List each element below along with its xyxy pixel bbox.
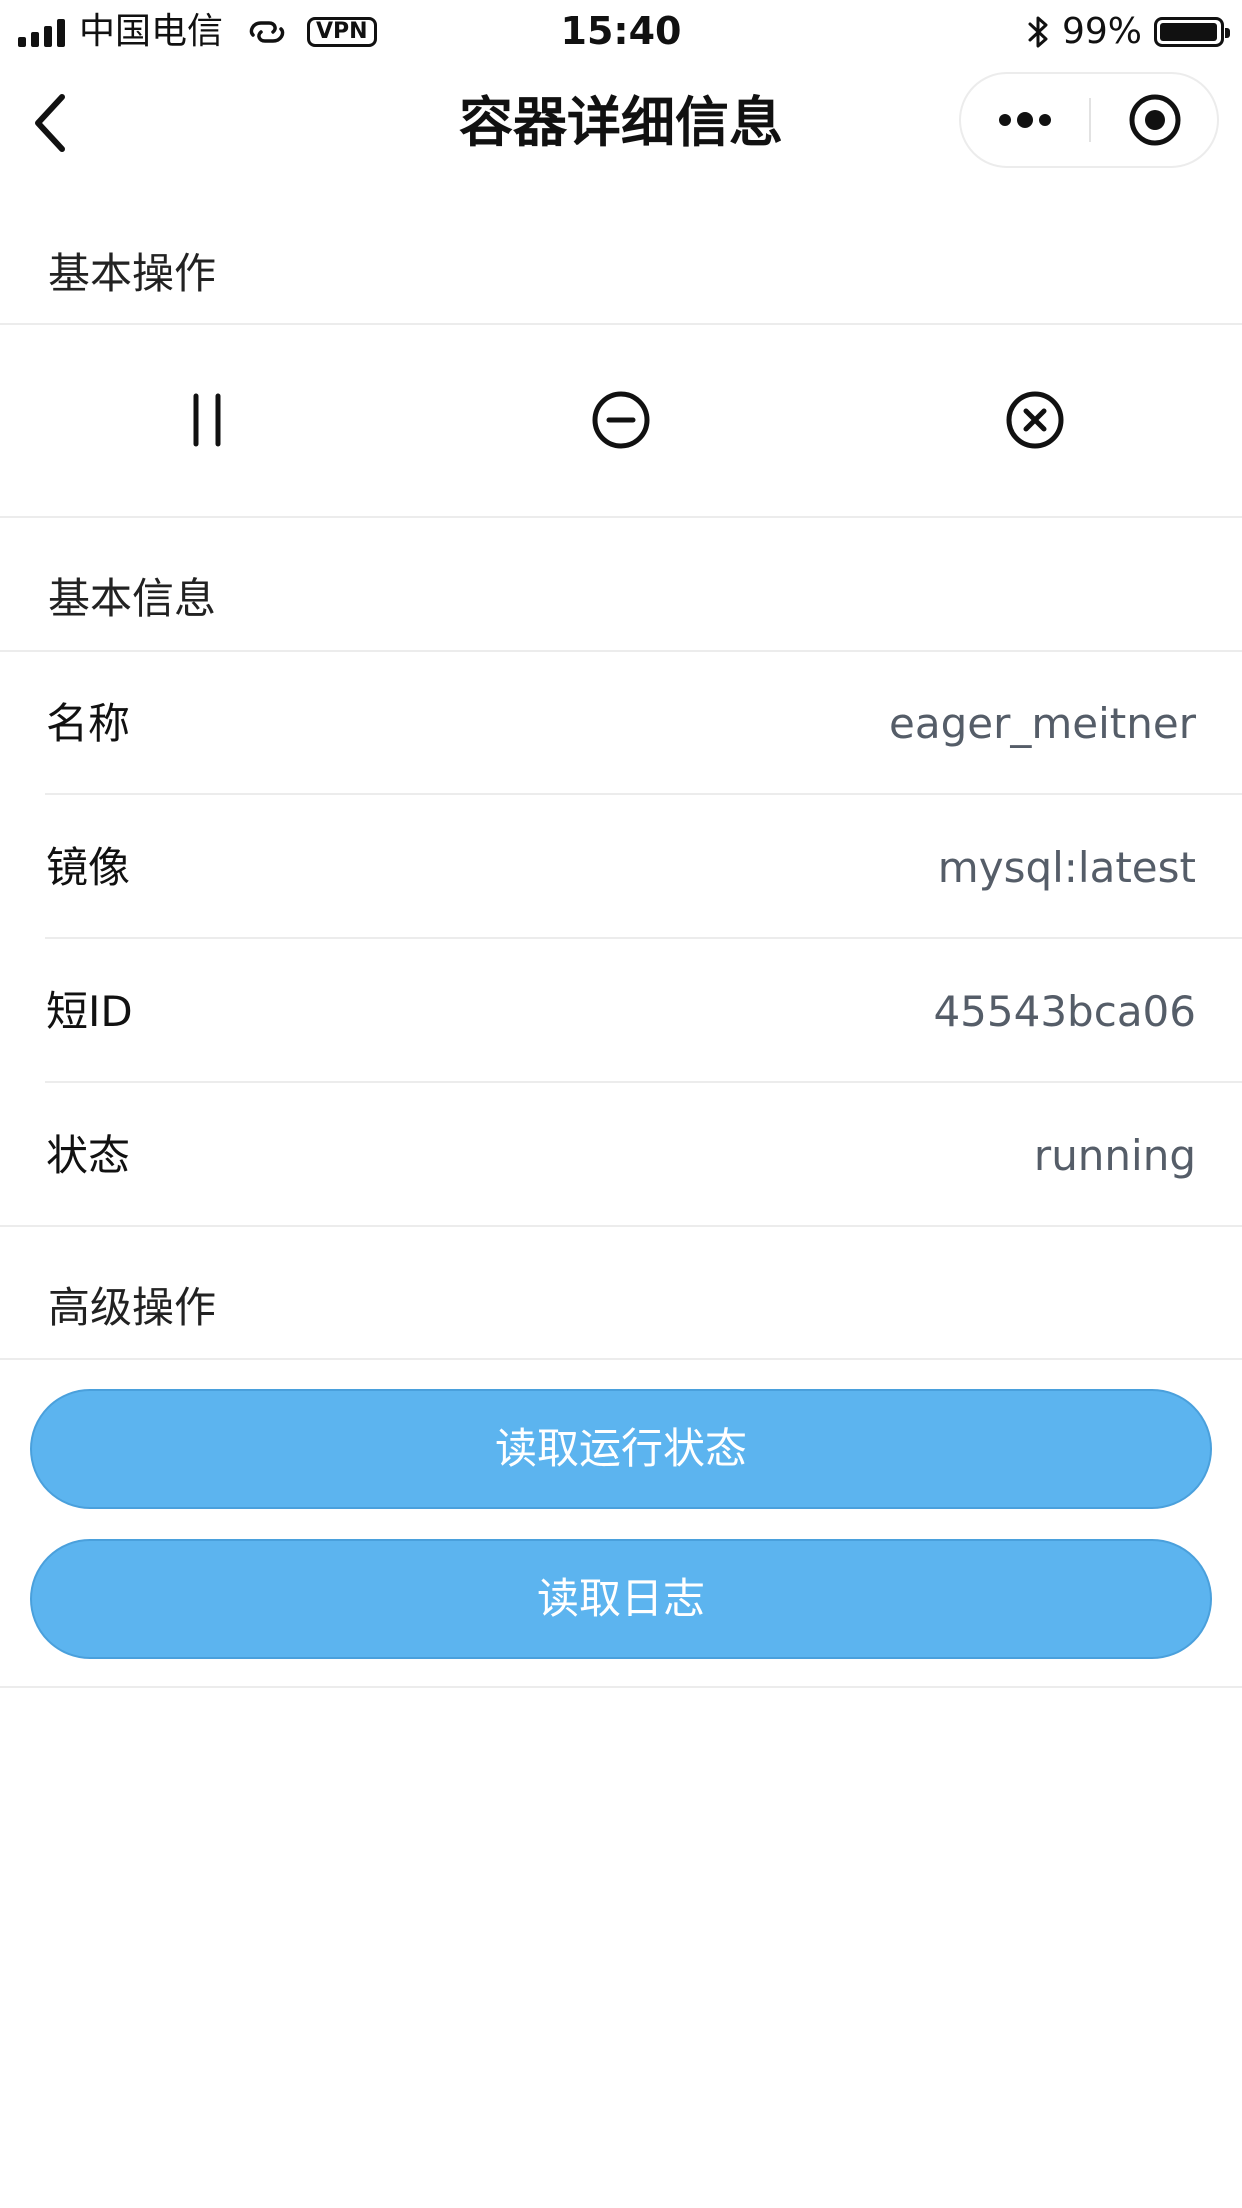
close-miniprogram-button[interactable] bbox=[1091, 74, 1219, 166]
more-dots-icon bbox=[999, 112, 1051, 128]
read-run-status-button[interactable]: 读取运行状态 bbox=[30, 1389, 1212, 1509]
divider bbox=[0, 1358, 1242, 1360]
battery-fill bbox=[1160, 23, 1217, 41]
info-value: 45543bca06 bbox=[933, 987, 1196, 1036]
battery-icon bbox=[1154, 17, 1230, 47]
target-circle-icon bbox=[1129, 94, 1181, 146]
more-button[interactable] bbox=[961, 74, 1089, 166]
nav-bar: 容器详细信息 bbox=[0, 62, 1242, 192]
status-right: 99% bbox=[1026, 10, 1230, 54]
divider bbox=[45, 937, 1242, 939]
advanced-ops-header: 高级操作 bbox=[48, 1283, 217, 1332]
stop-button[interactable] bbox=[414, 325, 828, 515]
info-row-name: 名称 eager_meitner bbox=[0, 652, 1242, 796]
info-value: eager_meitner bbox=[889, 699, 1196, 748]
battery-percent: 99% bbox=[1061, 11, 1142, 52]
pause-button[interactable] bbox=[0, 325, 414, 515]
info-row-short-id: 短ID 45543bca06 bbox=[0, 940, 1242, 1084]
basic-info-header: 基本信息 bbox=[48, 574, 217, 623]
basic-ops-row bbox=[0, 325, 1242, 515]
page: 中国电信 VPN 15:40 99% 容器详细信息 基本操作 基本信息 名称 e… bbox=[0, 0, 1242, 2208]
info-row-status: 状态 running bbox=[0, 1084, 1242, 1228]
info-label: 镜像 bbox=[46, 843, 131, 892]
status-bar: 中国电信 VPN 15:40 99% bbox=[0, 0, 1242, 62]
x-circle-icon bbox=[1006, 391, 1064, 449]
info-label: 状态 bbox=[46, 1131, 131, 1180]
info-label: 名称 bbox=[46, 699, 131, 748]
info-label: 短ID bbox=[46, 987, 133, 1036]
divider bbox=[45, 1081, 1242, 1083]
status-value: running bbox=[1033, 1131, 1196, 1180]
bluetooth-icon bbox=[1028, 16, 1048, 48]
info-row-image: 镜像 mysql:latest bbox=[0, 796, 1242, 940]
info-value: mysql:latest bbox=[937, 843, 1196, 892]
miniprogram-capsule bbox=[959, 72, 1219, 168]
divider bbox=[0, 516, 1242, 518]
divider bbox=[0, 1686, 1242, 1688]
pause-icon bbox=[193, 393, 221, 447]
divider bbox=[0, 1225, 1242, 1227]
remove-button[interactable] bbox=[828, 325, 1242, 515]
read-logs-button[interactable]: 读取日志 bbox=[30, 1539, 1212, 1659]
minus-circle-icon bbox=[592, 391, 650, 449]
basic-ops-header: 基本操作 bbox=[48, 249, 217, 298]
divider bbox=[45, 793, 1242, 795]
